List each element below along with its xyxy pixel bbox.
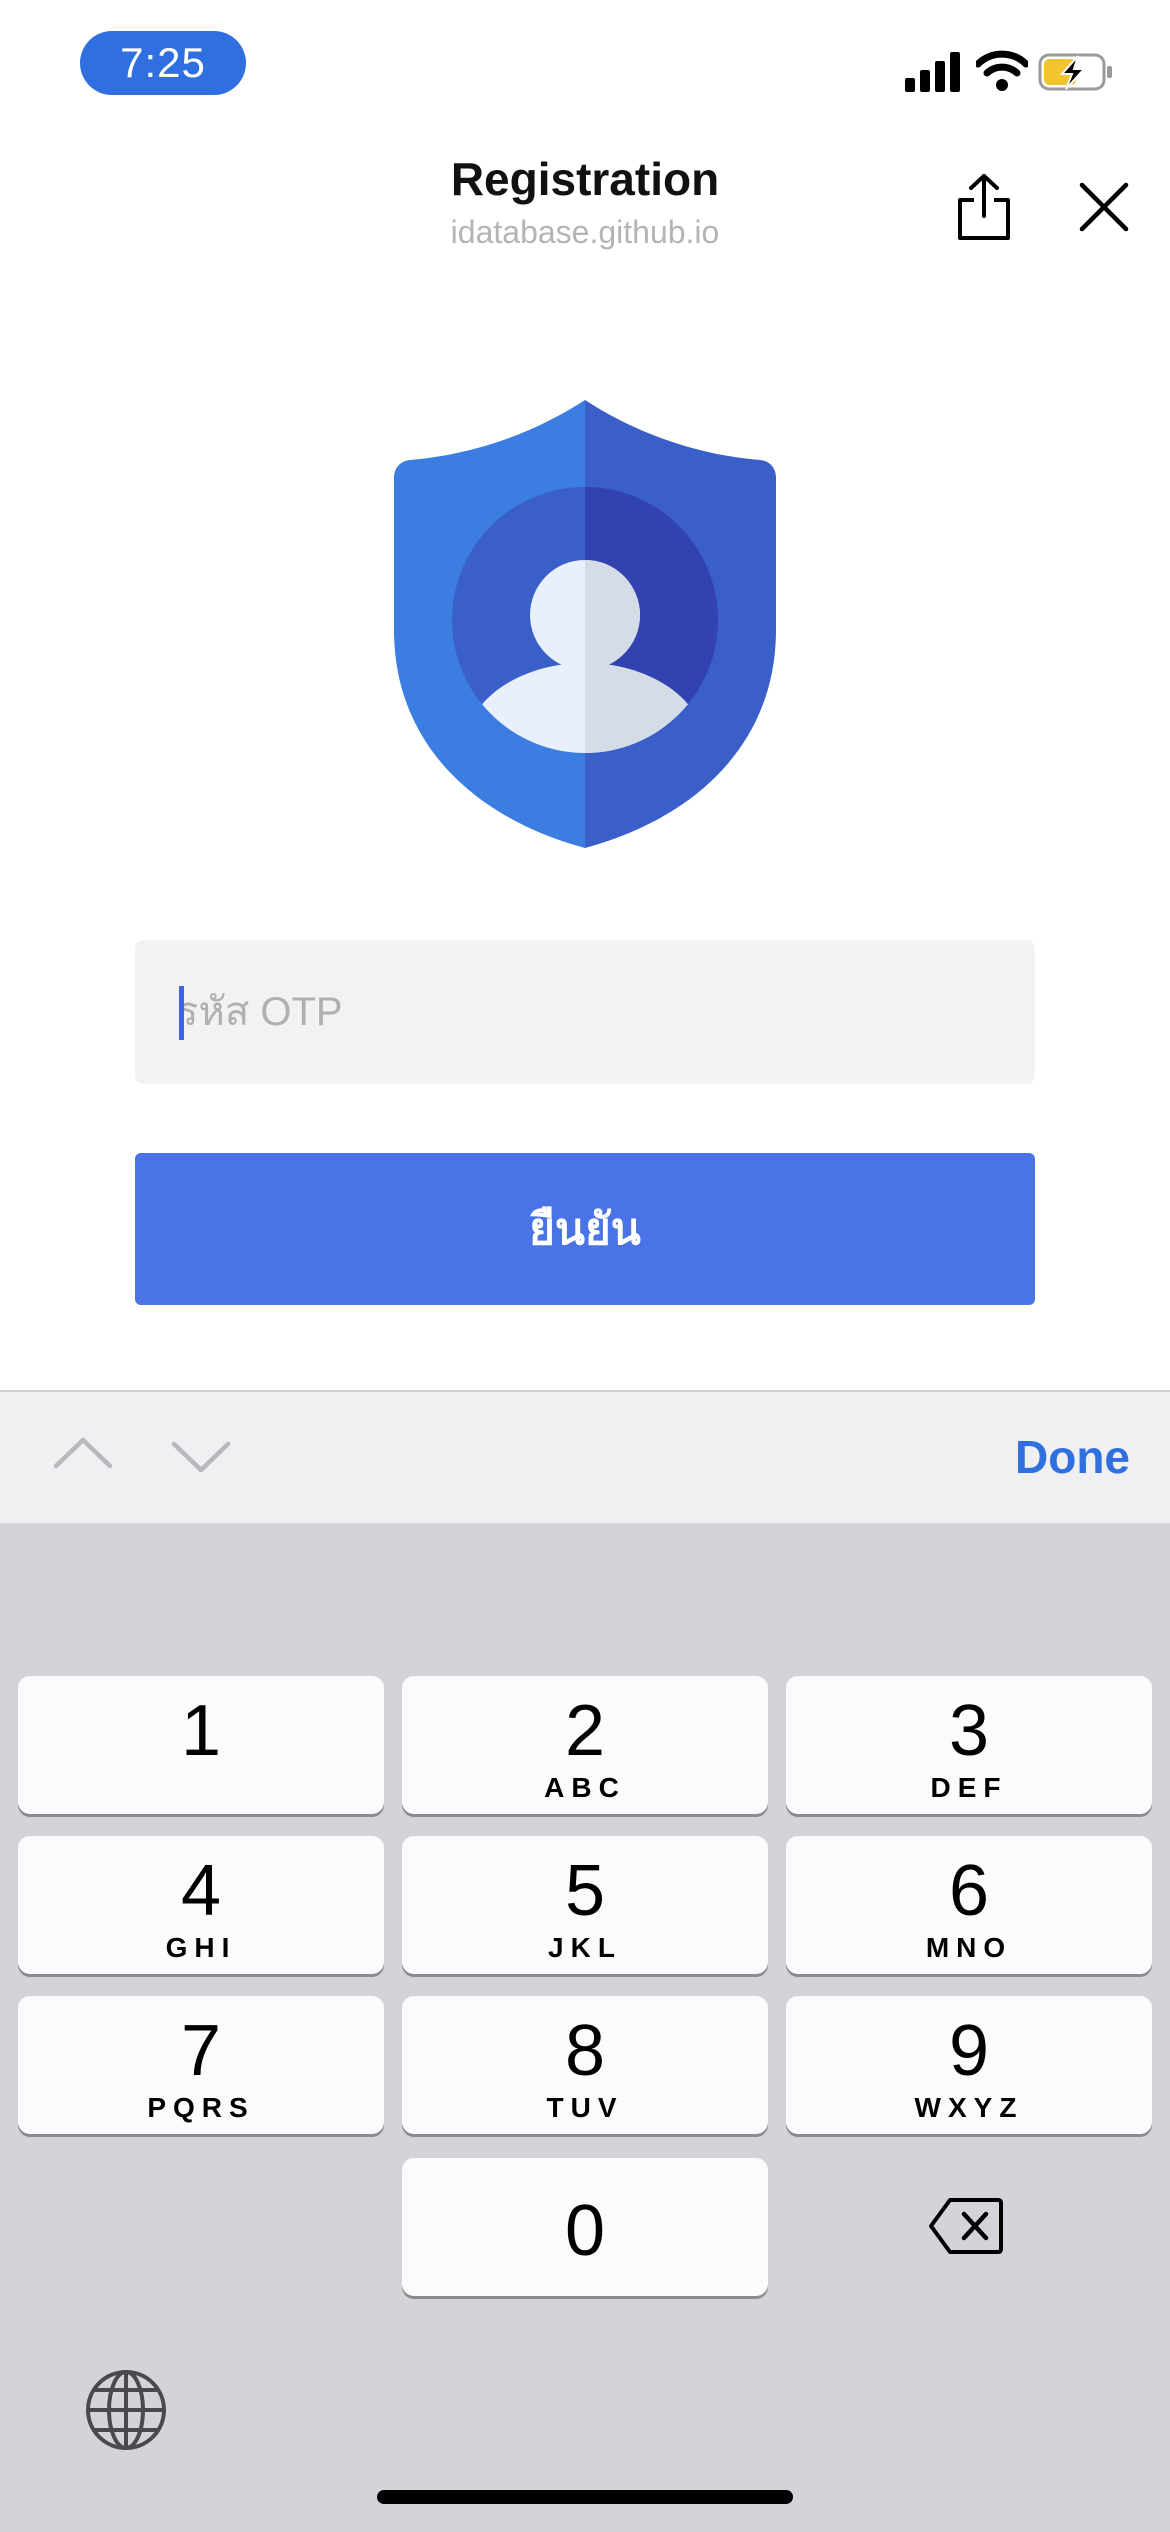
key-7[interactable]: 7 PQRS — [18, 1996, 384, 2134]
otp-input[interactable] — [135, 940, 1035, 1084]
key-letters: MNO — [925, 1932, 1013, 1963]
key-letters: TUV — [546, 2092, 624, 2123]
confirm-button[interactable]: ยืนยัน — [135, 1153, 1035, 1305]
signal-icon — [905, 50, 961, 92]
status-time: 7:25 — [80, 31, 246, 95]
key-letters: GHI — [165, 1932, 237, 1963]
key-digit: 9 — [948, 2011, 990, 2091]
key-9[interactable]: 9 WXYZ — [786, 1996, 1152, 2134]
key-2[interactable]: 2 ABC — [402, 1676, 768, 1814]
key-0[interactable]: 0 — [402, 2158, 768, 2296]
close-icon[interactable] — [1078, 181, 1130, 233]
key-letters: JKL — [548, 1932, 622, 1963]
key-digit: 0 — [564, 2191, 606, 2271]
key-letters: WXYZ — [914, 2092, 1024, 2123]
key-digit: 8 — [564, 2011, 606, 2091]
key-digit: 1 — [180, 1691, 222, 1771]
key-1[interactable]: 1 — [18, 1676, 384, 1814]
done-button[interactable]: Done — [990, 1430, 1130, 1490]
otp-field[interactable] — [135, 940, 1035, 1084]
key-3[interactable]: 3 DEF — [786, 1676, 1152, 1814]
key-4[interactable]: 4 GHI — [18, 1836, 384, 1974]
key-digit: 2 — [564, 1691, 606, 1771]
home-indicator — [377, 2490, 793, 2504]
wifi-icon — [976, 50, 1028, 91]
key-letters: ABC — [544, 1772, 626, 1803]
key-6[interactable]: 6 MNO — [786, 1836, 1152, 1974]
key-letters: DEF — [930, 1772, 1008, 1803]
key-digit: 6 — [948, 1851, 990, 1931]
share-icon[interactable] — [954, 172, 1014, 242]
key-digit: 4 — [180, 1851, 222, 1931]
text-caret — [179, 986, 184, 1040]
key-8[interactable]: 8 TUV — [402, 1996, 768, 2134]
chevron-down-icon[interactable] — [170, 1438, 232, 1478]
shield-user-icon — [394, 400, 776, 848]
key-digit: 3 — [948, 1691, 990, 1771]
key-digit: 5 — [564, 1851, 606, 1931]
key-digit: 7 — [180, 2011, 222, 2091]
chevron-up-icon[interactable] — [52, 1432, 114, 1472]
delete-icon[interactable] — [928, 2196, 1004, 2256]
key-letters: PQRS — [147, 2092, 255, 2123]
globe-icon[interactable] — [84, 2368, 168, 2452]
key-5[interactable]: 5 JKL — [402, 1836, 768, 1974]
battery-charging-icon — [1038, 53, 1112, 91]
